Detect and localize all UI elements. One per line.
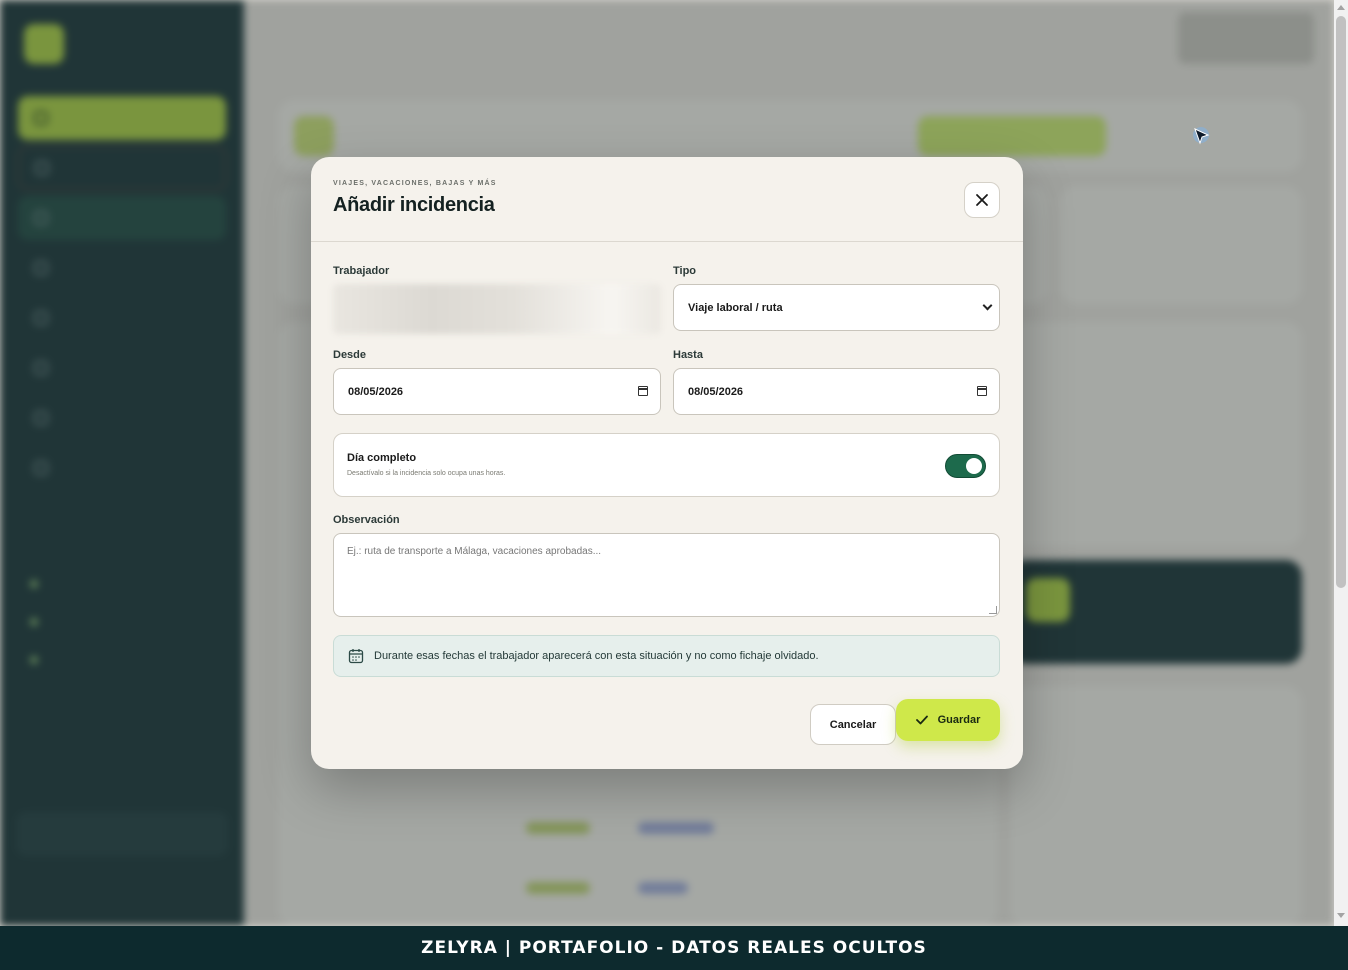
info-notice: Durante esas fechas el trabajador aparec…: [333, 635, 1000, 677]
save-button[interactable]: Guardar: [896, 699, 1000, 741]
observation-label: Observación: [333, 514, 400, 526]
scroll-down-arrow-icon[interactable]: [1337, 913, 1345, 918]
full-day-title: Día completo: [347, 452, 417, 464]
dialog-eyebrow: VIAJES, VACACIONES, BAJAS Y MÁS: [333, 180, 497, 187]
close-icon: [976, 194, 988, 206]
observation-placeholder: Ej.: ruta de transporte a Málaga, vacaci…: [347, 546, 602, 557]
from-date-value: 08/05/2026: [348, 385, 404, 398]
to-date-label: Hasta: [673, 349, 703, 361]
full-day-hint: Desactívalo si la incidencia solo ocupa …: [347, 470, 506, 477]
observation-textarea[interactable]: Ej.: ruta de transporte a Málaga, vacaci…: [333, 533, 1000, 617]
info-text: Durante esas fechas el trabajador aparec…: [374, 650, 819, 662]
save-button-label: Guardar: [937, 714, 981, 726]
mouse-cursor-icon: [1193, 127, 1210, 145]
chevron-down-icon: [982, 300, 993, 311]
worker-label: Trabajador: [333, 265, 390, 277]
calendar-picker-icon[interactable]: [977, 386, 987, 396]
worker-field-redacted[interactable]: [333, 284, 661, 334]
from-date-label: Desde: [333, 349, 367, 361]
footer-text: ZELYRA | PORTAFOLIO - DATOS REALES OCULT…: [421, 938, 927, 958]
calendar-icon: [348, 649, 364, 664]
scroll-thumb[interactable]: [1336, 16, 1346, 588]
add-incident-dialog: VIAJES, VACACIONES, BAJAS Y MÁS Añadir i…: [311, 157, 1023, 769]
type-select[interactable]: Viaje laboral / ruta: [673, 284, 1000, 331]
type-select-value: Viaje laboral / ruta: [688, 301, 783, 314]
vertical-scrollbar[interactable]: [1334, 0, 1348, 926]
portfolio-footer-banner: ZELYRA | PORTAFOLIO - DATOS REALES OCULT…: [0, 926, 1348, 970]
from-date-input[interactable]: 08/05/2026: [333, 368, 661, 415]
close-button[interactable]: [964, 182, 1000, 218]
toggle-knob: [966, 458, 982, 474]
calendar-picker-icon[interactable]: [638, 386, 648, 396]
full-day-toggle[interactable]: [945, 454, 986, 478]
dialog-title: Añadir incidencia: [333, 194, 495, 216]
full-day-card: Día completo Desactívalo si la incidenci…: [333, 433, 1000, 497]
to-date-input[interactable]: 08/05/2026: [673, 368, 1000, 415]
to-date-value: 08/05/2026: [688, 385, 744, 398]
type-label: Tipo: [673, 265, 697, 277]
scroll-up-arrow-icon[interactable]: [1337, 5, 1345, 10]
resize-handle[interactable]: [989, 606, 997, 614]
dialog-header: VIAJES, VACACIONES, BAJAS Y MÁS Añadir i…: [311, 157, 1023, 242]
cancel-button[interactable]: Cancelar: [810, 704, 896, 745]
check-icon: [915, 715, 928, 725]
